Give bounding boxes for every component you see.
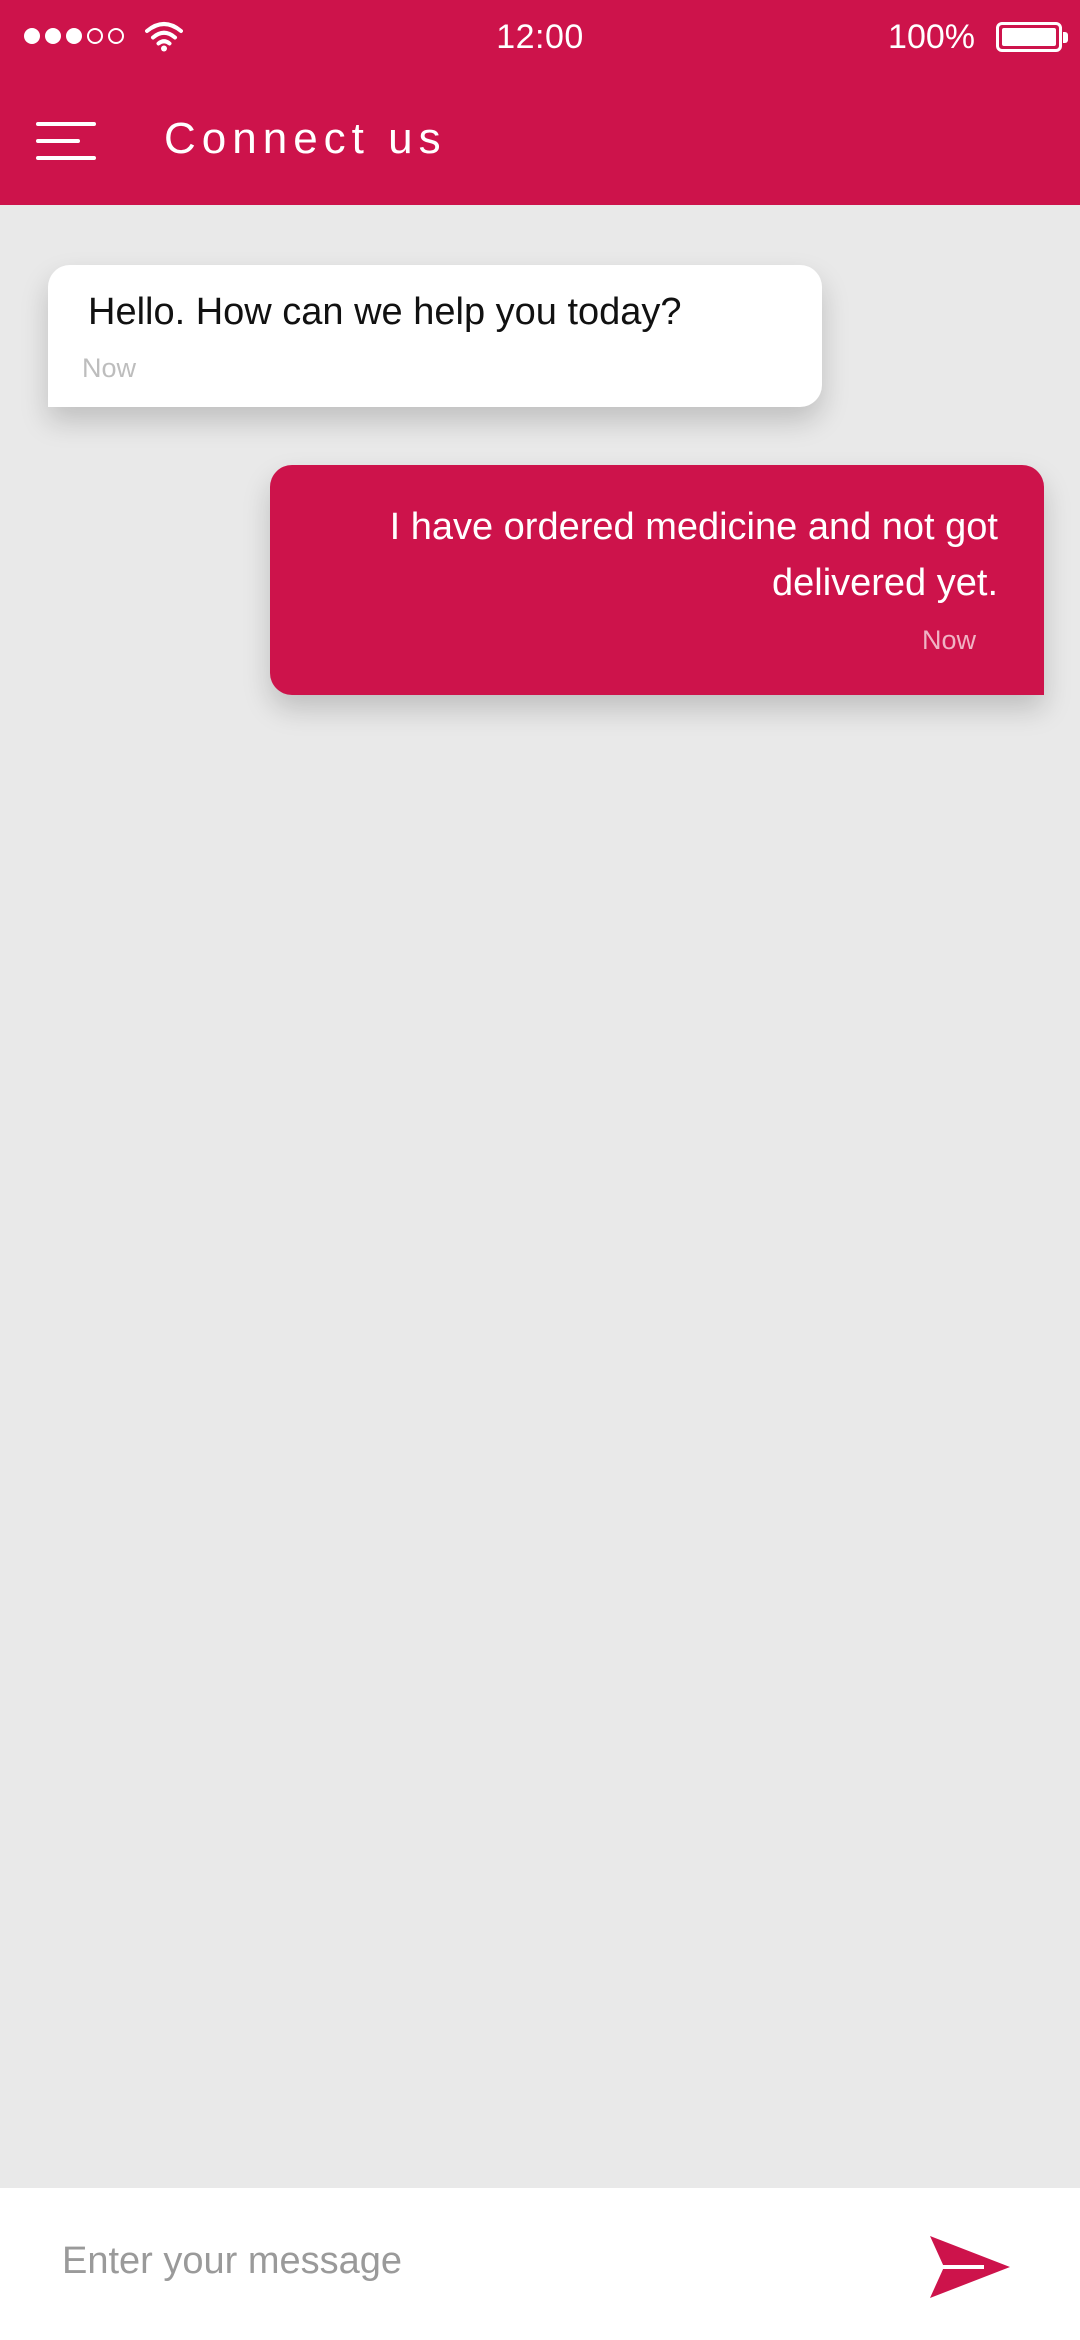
status-bar: 12:00 100% [0,0,1080,80]
message-timestamp: Now [921,625,976,655]
message-text: Hello. How can we help you today? [88,291,682,333]
message-text: I have ordered medicine and not got deli… [389,506,998,604]
menu-icon[interactable] [36,120,98,162]
send-icon[interactable] [928,2232,1012,2302]
message-bubble-incoming: Hello. How can we help you today? Now [48,265,822,407]
message-timestamp: Now [82,353,137,383]
battery-percentage: 100% [888,18,975,56]
message-bubble-outgoing: I have ordered medicine and not got deli… [270,465,1044,695]
app-header: 12:00 100% Connect us [0,0,1080,205]
message-composer [0,2188,1080,2340]
message-input[interactable] [62,2226,902,2296]
battery-icon [996,22,1068,52]
page-title: Connect us [164,114,447,163]
battery-fill [1002,28,1056,46]
